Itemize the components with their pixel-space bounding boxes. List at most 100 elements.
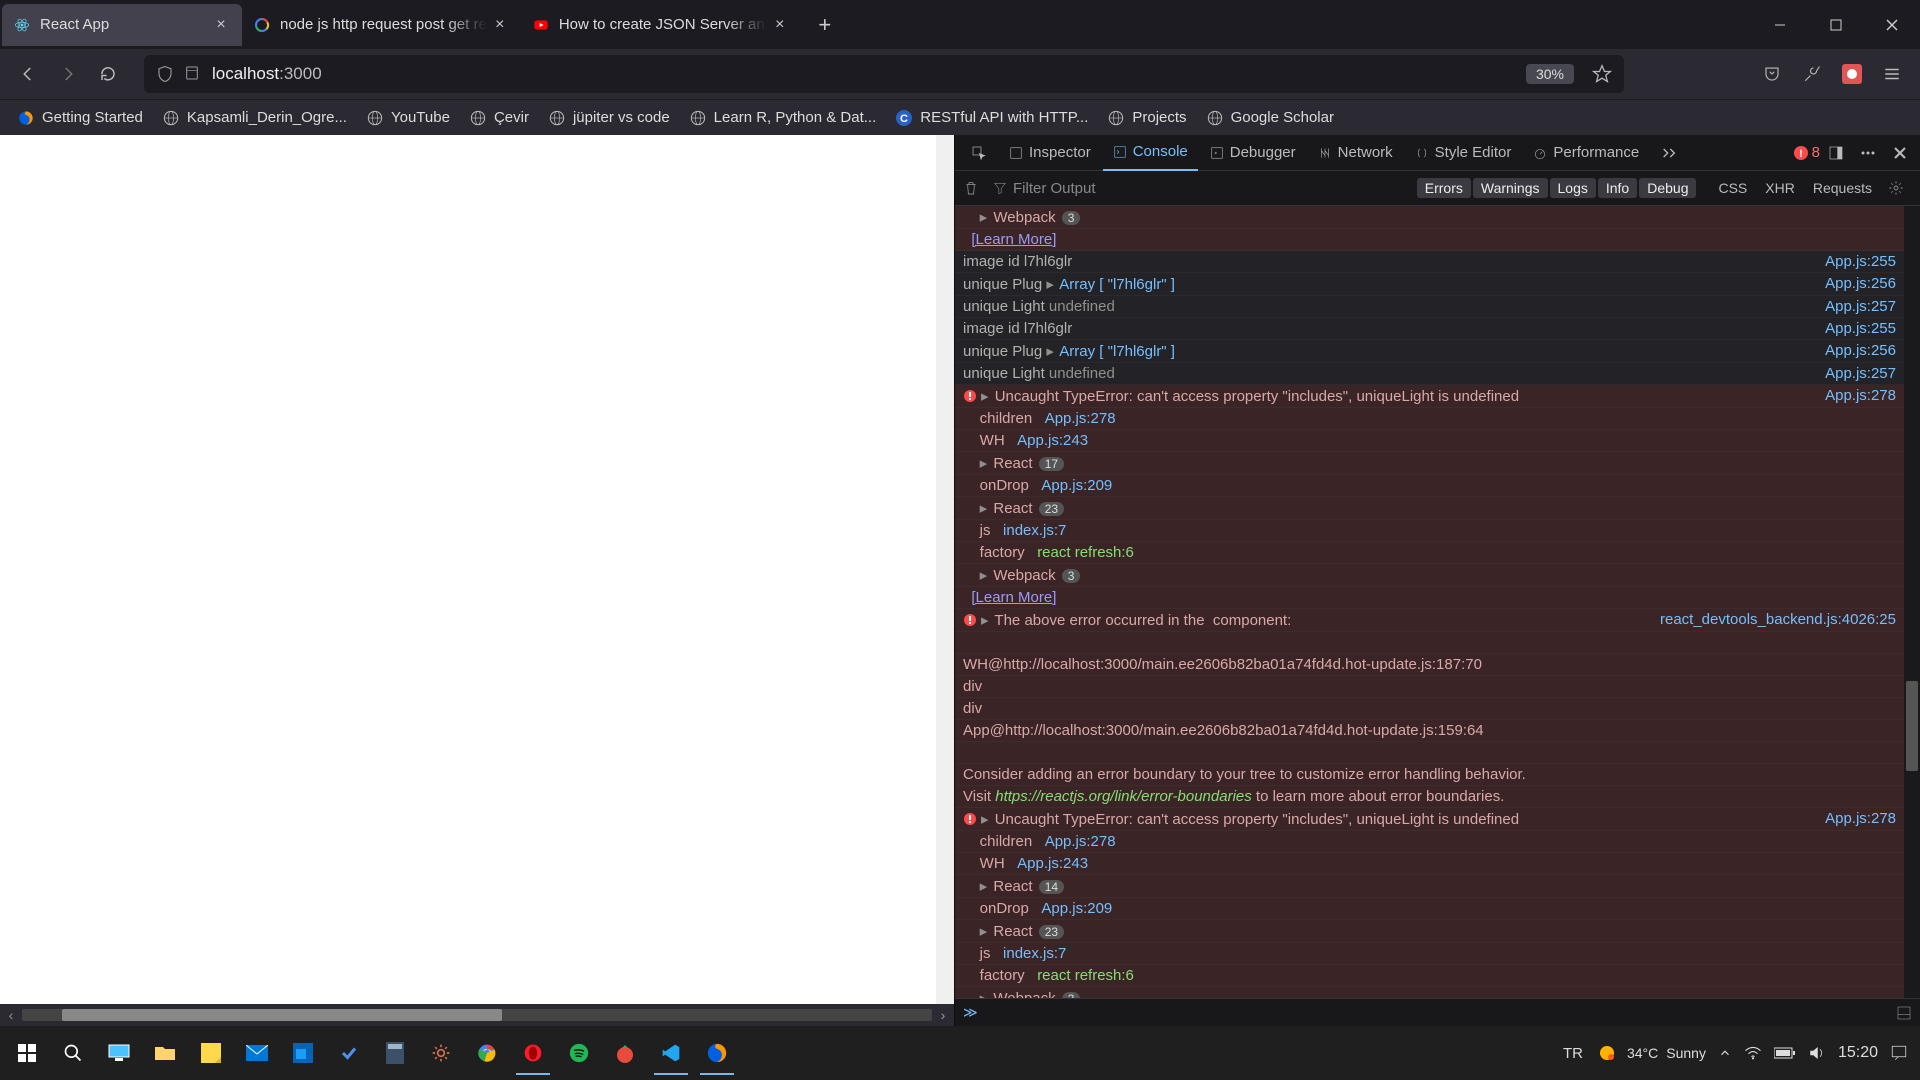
weather-widget[interactable]: 34°C Sunny	[1595, 1041, 1706, 1065]
outlook-button[interactable]	[280, 1031, 326, 1075]
todo-button[interactable]	[326, 1031, 372, 1075]
zoom-badge[interactable]: 30%	[1526, 64, 1574, 84]
scroll-right-icon[interactable]: ›	[932, 1007, 954, 1023]
console-input[interactable]: ≫	[955, 998, 1920, 1026]
search-button[interactable]	[50, 1031, 96, 1075]
console-row[interactable]: div	[955, 698, 1920, 720]
console-row[interactable]: App@http://localhost:3000/main.ee2606b82…	[955, 720, 1920, 742]
maximize-button[interactable]	[1808, 0, 1864, 49]
close-icon[interactable]: ×	[212, 16, 230, 34]
filter-chip-xhr[interactable]: XHR	[1757, 178, 1803, 198]
pomodoro-button[interactable]	[602, 1031, 648, 1075]
source-link[interactable]: App.js:278	[1825, 810, 1896, 827]
settings-button[interactable]	[418, 1031, 464, 1075]
bookmark-item[interactable]: Google Scholar	[1199, 105, 1342, 130]
lock-icon[interactable]	[184, 65, 202, 83]
opera-button[interactable]	[510, 1031, 556, 1075]
console-row[interactable]	[955, 632, 1920, 654]
star-icon[interactable]	[1592, 64, 1612, 84]
forward-button[interactable]	[50, 56, 86, 92]
close-icon[interactable]: ×	[491, 16, 509, 34]
console-row[interactable]: image id l7hl6glrApp.js:255	[955, 251, 1920, 273]
console-row[interactable]: div	[955, 676, 1920, 698]
bookmark-item[interactable]: Learn R, Python & Dat...	[682, 105, 885, 130]
tab-google-search[interactable]: node js http request post get re ×	[242, 4, 521, 46]
console-scrollbar[interactable]	[1904, 206, 1920, 998]
pocket-button[interactable]	[1754, 56, 1790, 92]
console-row[interactable]: WH App.js:243	[955, 430, 1920, 452]
close-devtools-button[interactable]	[1886, 139, 1914, 167]
filter-chip-debug[interactable]: Debug	[1639, 178, 1696, 198]
console-row[interactable]: ▸ Webpack 3	[955, 564, 1920, 587]
sticky-notes-button[interactable]	[188, 1031, 234, 1075]
console-row[interactable]: WH@http://localhost:3000/main.ee2606b82b…	[955, 654, 1920, 676]
console-row[interactable]: unique Light undefinedApp.js:257	[955, 363, 1920, 385]
task-view-button[interactable]	[96, 1031, 142, 1075]
tab-overflow-button[interactable]	[1651, 135, 1687, 171]
console-row[interactable]: image id l7hl6glrApp.js:255	[955, 318, 1920, 340]
source-link[interactable]: App.js:255	[1825, 253, 1896, 270]
page-vertical-scrollbar[interactable]	[936, 135, 954, 1004]
page-viewport[interactable]: ‹ ›	[0, 135, 954, 1026]
console-row[interactable]: unique Plug ▸ Array [ "l7hl6glr" ]App.js…	[955, 340, 1920, 363]
filter-chip-requests[interactable]: Requests	[1805, 178, 1880, 198]
filter-chip-info[interactable]: Info	[1598, 178, 1637, 198]
source-link[interactable]: App.js:255	[1825, 320, 1896, 337]
tab-console[interactable]: Console	[1103, 135, 1198, 171]
bookmark-item[interactable]: Kapsamli_Derin_Ogre...	[155, 105, 355, 130]
hamburger-menu-button[interactable]	[1874, 56, 1910, 92]
close-window-button[interactable]	[1864, 0, 1920, 49]
spotify-button[interactable]	[556, 1031, 602, 1075]
console-row[interactable]: ▸ React 17	[955, 452, 1920, 475]
bookmark-item[interactable]: YouTube	[359, 105, 458, 130]
minimize-button[interactable]	[1752, 0, 1808, 49]
tab-youtube[interactable]: How to create JSON Server and ×	[521, 4, 801, 46]
filter-input[interactable]: Filter Output	[993, 180, 1409, 197]
tab-inspector[interactable]: Inspector	[999, 135, 1101, 171]
url-bar[interactable]: localhost:3000 30%	[144, 55, 1624, 93]
source-link[interactable]: App.js:257	[1825, 298, 1896, 315]
bookmark-item[interactable]: Projects	[1100, 105, 1194, 130]
firefox-button[interactable]	[694, 1031, 740, 1075]
console-row[interactable]: ▸ Webpack 3	[955, 206, 1920, 229]
filter-chip-errors[interactable]: Errors	[1417, 178, 1471, 198]
split-console-button[interactable]	[1896, 1005, 1912, 1021]
chrome-button[interactable]	[464, 1031, 510, 1075]
bookmark-item[interactable]: Çevir	[462, 105, 537, 130]
error-count-badge[interactable]: !8	[1794, 144, 1820, 161]
extension-button[interactable]	[1834, 56, 1870, 92]
console-row[interactable]: ▸ Webpack 3	[955, 987, 1920, 998]
scroll-thumb[interactable]	[62, 1009, 502, 1021]
close-icon[interactable]: ×	[771, 16, 789, 34]
console-row[interactable]: onDrop App.js:209	[955, 475, 1920, 497]
console-row[interactable]: unique Plug ▸ Array [ "l7hl6glr" ]App.js…	[955, 273, 1920, 296]
dock-button[interactable]	[1822, 139, 1850, 167]
console-row[interactable]: ▸ The above error occurred in the compon…	[955, 609, 1920, 632]
console-row[interactable]: onDrop App.js:209	[955, 898, 1920, 920]
new-tab-button[interactable]: +	[809, 9, 841, 41]
console-row[interactable]: [Learn More]	[955, 229, 1920, 251]
tools-button[interactable]	[1794, 56, 1830, 92]
console-row[interactable]: Visit https://reactjs.org/link/error-bou…	[955, 786, 1920, 808]
volume-icon[interactable]	[1808, 1045, 1826, 1061]
bookmark-item[interactable]: jüpiter vs code	[541, 105, 678, 130]
tab-performance[interactable]: Performance	[1523, 135, 1649, 171]
wifi-icon[interactable]	[1744, 1046, 1762, 1060]
console-row[interactable]: children App.js:278	[955, 831, 1920, 853]
source-link[interactable]: App.js:278	[1825, 387, 1896, 404]
mail-button[interactable]	[234, 1031, 280, 1075]
console-row[interactable]: [Learn More]	[955, 587, 1920, 609]
console-row[interactable]: factory react refresh:6	[955, 542, 1920, 564]
chevron-up-icon[interactable]	[1718, 1046, 1732, 1060]
tab-style-editor[interactable]: Style Editor	[1405, 135, 1522, 171]
console-row[interactable]: ▸ Uncaught TypeError: can't access prope…	[955, 808, 1920, 831]
source-link[interactable]: App.js:256	[1825, 342, 1896, 359]
console-row[interactable]: unique Light undefinedApp.js:257	[955, 296, 1920, 318]
tab-react-app[interactable]: React App ×	[2, 4, 242, 46]
console-row[interactable]: ▸ React 23	[955, 497, 1920, 520]
console-row[interactable]: ▸ React 23	[955, 920, 1920, 943]
console-row[interactable]: js index.js:7	[955, 520, 1920, 542]
console-row[interactable]: factory react refresh:6	[955, 965, 1920, 987]
clear-console-button[interactable]	[963, 180, 985, 196]
shield-icon[interactable]	[156, 65, 174, 83]
